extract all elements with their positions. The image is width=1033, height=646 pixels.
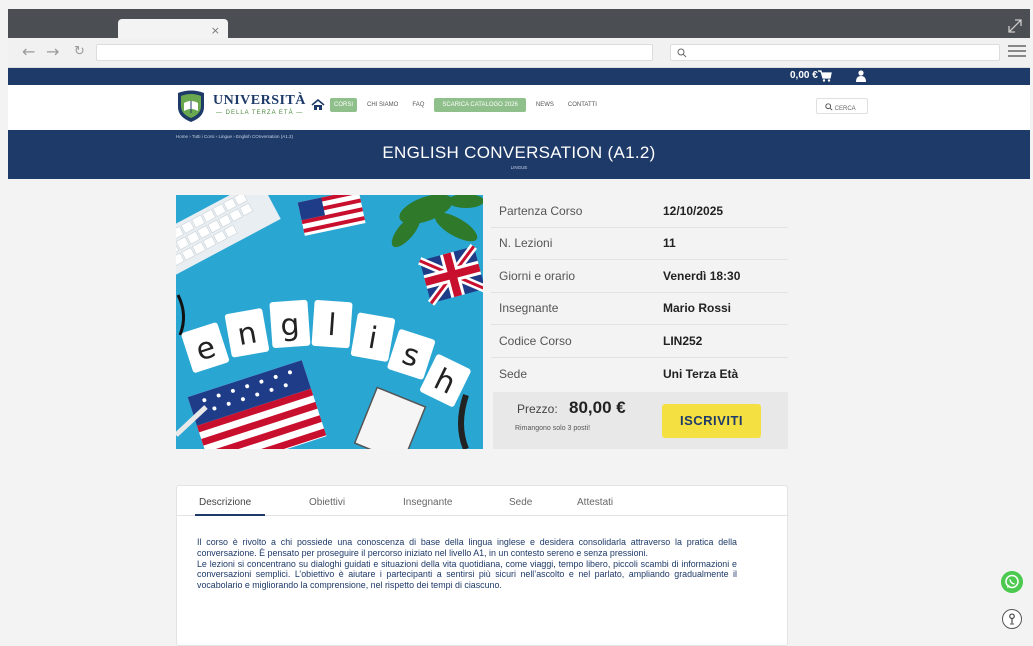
logo-shield-icon[interactable] [176,89,206,123]
breadcrumb[interactable]: Home › Tutti i Corsi › Lingue › English … [176,134,293,139]
nav-item-faq[interactable]: FAQ [408,98,428,112]
main-nav: CORSI CHI SIAMO FAQ SCARICA CATALOGO 202… [330,98,601,112]
info-value: 11 [663,236,676,251]
cart-total[interactable]: 0,00 € [790,70,818,81]
course-image: e n g l i s h [176,195,483,449]
course-description: Il corso è rivolto a chi possiede una co… [197,537,737,591]
search-label: CERCA [834,106,856,112]
logo-title[interactable]: UNIVERSITÀ [213,93,306,109]
details-tabs: Descrizione Obiettivi Insegnante Sede At… [177,486,787,516]
search-icon [677,48,687,58]
logo-subtitle: — DELLA TERZA ETÀ — [216,110,304,116]
description-paragraph: Le lezioni si concentrano su dialoghi gu… [197,558,737,591]
info-value: Uni Terza Età [663,366,739,381]
course-category: LINGUE [510,165,528,170]
site-topbar: 0,00 € [8,68,1030,85]
forward-icon[interactable]: → [46,42,59,61]
nav-item-news[interactable]: NEWS [532,98,558,112]
price-label: Prezzo: [517,402,558,416]
info-value: LIN252 [663,333,703,348]
enroll-button[interactable]: ISCRIVITI [662,404,761,438]
info-row-location: Sede Uni Terza Età [491,358,788,391]
tab-descrizione[interactable]: Descrizione [199,497,251,508]
back-icon[interactable]: ← [22,42,35,61]
nav-item-contatti[interactable]: CONTATTI [564,98,601,112]
cart-icon[interactable] [818,70,832,82]
accessibility-icon[interactable] [1002,609,1022,629]
site-search-button[interactable]: CERCA [816,98,868,114]
course-details-card: Descrizione Obiettivi Insegnante Sede At… [176,485,788,646]
address-bar[interactable] [96,44,653,61]
info-value: Mario Rossi [663,301,732,316]
browser-tabstrip: × [8,9,1030,47]
reload-icon[interactable]: ↻ [74,44,85,59]
course-info-table: Partenza Corso 12/10/2025 N. Lezioni 11 … [491,195,788,390]
nav-item-scarica-catalogo[interactable]: SCARICA CATALOGO 2026 [434,98,526,112]
tab-close-icon[interactable]: × [211,24,220,37]
expand-icon[interactable] [1006,17,1024,35]
tile-letter-g: g [279,307,300,343]
active-tab-indicator [195,514,265,516]
search-icon [825,103,833,111]
user-icon[interactable] [856,70,866,82]
info-label: Codice Corso [499,333,572,348]
site-header: UNIVERSITÀ — DELLA TERZA ETÀ — CORSI CHI… [8,85,1030,130]
nav-item-corsi[interactable]: CORSI [330,98,358,112]
info-value: 12/10/2025 [663,203,724,218]
browser-search-input[interactable] [670,44,1000,61]
browser-toolbar: ← → ↻ [8,38,1030,68]
info-value: Venerdì 18:30 [663,268,741,283]
info-label: Insegnante [499,301,559,316]
price-value: 80,00 € [569,398,626,417]
course-banner: Home › Tutti i Corsi › Lingue › English … [8,130,1030,179]
info-row-code: Codice Corso LIN252 [491,325,788,358]
tab-attestati[interactable]: Attestati [577,497,613,508]
description-paragraph: Il corso è rivolto a chi possiede una co… [197,537,737,558]
price-box: Prezzo: 80,00 € Rimangono solo 3 posti! … [493,392,788,449]
whatsapp-icon[interactable] [1001,571,1023,593]
info-row-schedule: Giorni e orario Venerdì 18:30 [491,260,788,293]
tab-obiettivi[interactable]: Obiettivi [309,497,345,508]
info-row-lessons: N. Lezioni 11 [491,228,788,260]
availability-note: Rimangono solo 3 posti! [515,425,591,432]
nav-item-chi-siamo[interactable]: CHI SIAMO [363,98,402,112]
info-label: Sede [499,366,528,381]
tab-insegnante[interactable]: Insegnante [403,497,453,508]
info-row-teacher: Insegnante Mario Rossi [491,293,788,325]
info-label: Partenza Corso [499,203,583,218]
info-label: Giorni e orario [499,268,576,283]
hamburger-menu-icon[interactable] [1008,45,1026,59]
home-icon[interactable] [311,99,325,111]
tab-sede[interactable]: Sede [509,497,532,508]
page-title: ENGLISH CONVERSATION (A1.2) [382,143,656,162]
info-row-start: Partenza Corso 12/10/2025 [491,195,788,228]
info-label: N. Lezioni [499,236,553,251]
